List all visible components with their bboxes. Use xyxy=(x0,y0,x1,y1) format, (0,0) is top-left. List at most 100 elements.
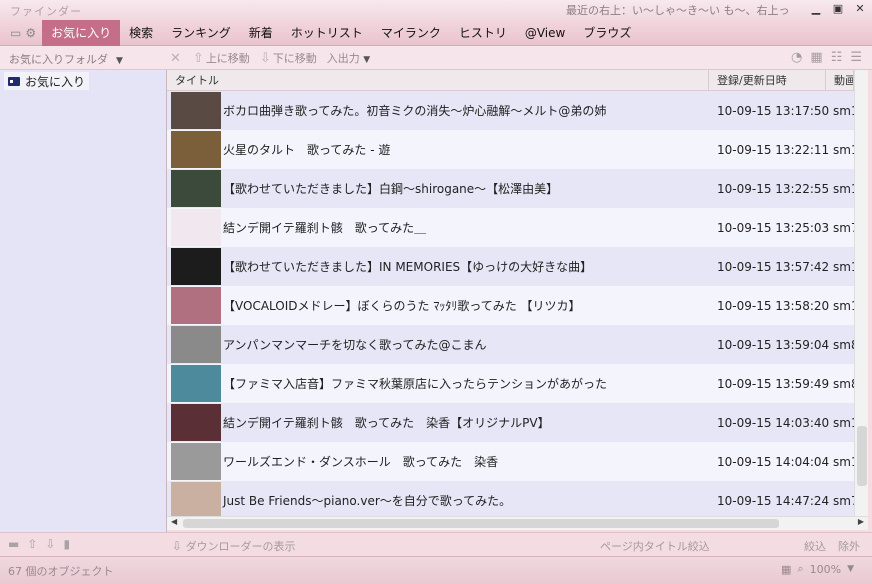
video-thumbnail[interactable] xyxy=(171,482,221,516)
row-title: アンパンマンマーチを切なく歌ってみた@こまん xyxy=(223,338,487,352)
bottom-bar: ▬ ⇧ ⇩ ▮ ⇩ ダウンローダーの表示 ページ内タイトル絞込 絞込 除外 xyxy=(0,532,872,556)
table-row[interactable]: 【歌わせていただきました】IN MEMORIES【ゆっけの大好きな曲】 10-09… xyxy=(167,247,854,286)
row-title: 結ンデ開イテ羅刹ト骸 歌ってみた 染香【オリジナルPV】 xyxy=(223,416,550,430)
list-view-icon[interactable]: ☰ xyxy=(850,50,862,65)
minimize-icon[interactable]: ▁ xyxy=(810,2,822,15)
folder-dropdown[interactable]: お気に入りフォルダ ▼ xyxy=(9,51,123,67)
exclude-button[interactable]: 除外 xyxy=(838,538,860,554)
arrow-down-icon: ⇩ xyxy=(259,51,271,66)
menu-items: お気に入り 検索 ランキング 新着 ホットリスト マイランク ヒストリ @View ブラウズ xyxy=(42,19,640,46)
row-video-id: sm1 xyxy=(833,142,854,157)
video-thumbnail[interactable] xyxy=(171,131,221,168)
filter-button[interactable]: 絞込 xyxy=(804,538,826,554)
zoom-level[interactable]: 100% xyxy=(810,563,841,576)
column-header-date[interactable]: 登録/更新日時 xyxy=(709,70,826,91)
io-dropdown[interactable]: 入出力 ▼ xyxy=(327,50,370,66)
row-video-id: sm1 xyxy=(833,181,854,196)
trash-icon[interactable]: ▮ xyxy=(63,537,70,551)
folder-dropdown-label: お気に入りフォルダ xyxy=(9,53,108,66)
scroll-right-icon[interactable]: ▶ xyxy=(858,517,864,526)
row-video-id: sm1 xyxy=(833,415,854,430)
video-list: タイトル 登録/更新日時 動画 ボカロ曲弾き歌ってみた。初音ミクの消失〜炉心融解… xyxy=(167,70,854,516)
table-row[interactable]: 【歌わせていただきました】白鋼～shirogane～【松澤由美】 10-09-15… xyxy=(167,169,854,208)
zoom-icon[interactable]: ⌕ xyxy=(797,562,803,576)
row-date: 10-09-15 14:04:04 xyxy=(717,454,830,469)
row-title: 結ンデ開イテ羅刹ト骸 歌ってみた＿ xyxy=(223,221,427,235)
table-row[interactable]: ボカロ曲弾き歌ってみた。初音ミクの消失〜炉心融解〜メルト@弟の姉 10-09-15… xyxy=(167,91,854,130)
maximize-icon[interactable]: ▣ xyxy=(832,2,844,15)
new-folder-icon[interactable]: ▬ xyxy=(8,537,19,551)
row-video-id: sm8 xyxy=(833,337,854,352)
move-up-label: 上に移動 xyxy=(205,52,250,65)
column-header-title[interactable]: タイトル xyxy=(167,70,709,91)
toolbar: お気に入りフォルダ ▼ ✕ ⇧ 上に移動 ⇩ 下に移動 入出力 ▼ ◔ ▦ ☷ ☰ xyxy=(0,46,872,70)
horizontal-scrollbar[interactable]: ◀ ▶ xyxy=(167,516,868,530)
delete-icon[interactable]: ✕ xyxy=(170,51,181,66)
folder-pane: お気に入り xyxy=(0,70,167,532)
row-video-id: sm1 xyxy=(833,454,854,469)
video-thumbnail[interactable] xyxy=(171,248,221,285)
object-count: 67 個のオブジェクト xyxy=(8,565,114,578)
detail-view-icon[interactable]: ☷ xyxy=(831,50,843,65)
move-down-button[interactable]: ⇩ 下に移動 xyxy=(260,50,317,66)
video-thumbnail[interactable] xyxy=(171,404,221,441)
column-header-video[interactable]: 動画 xyxy=(826,70,854,91)
chevron-down-icon[interactable]: ▼ xyxy=(847,564,854,574)
table-row[interactable]: 火星のタルト 歌ってみた - 遊 10-09-15 13:22:11sm1 xyxy=(167,130,854,169)
menu-item[interactable]: 検索 xyxy=(120,20,162,46)
row-date: 10-09-15 13:57:42 xyxy=(717,259,830,274)
chevron-down-icon: ▼ xyxy=(116,56,123,66)
menu-item[interactable]: ランキング xyxy=(162,20,240,46)
folder-up-icon[interactable]: ⇧ xyxy=(27,537,37,551)
layout-icon[interactable]: ▦ xyxy=(781,563,791,576)
video-thumbnail[interactable] xyxy=(171,326,221,363)
menu-item[interactable]: ブラウズ xyxy=(574,20,640,46)
folder-item-favorites[interactable]: お気に入り xyxy=(4,72,90,90)
menu-item[interactable]: ヒストリ xyxy=(450,20,516,46)
video-thumbnail[interactable] xyxy=(171,92,221,129)
table-row[interactable]: Just Be Friends〜piano.ver〜を自分で歌ってみた。 10-0… xyxy=(167,481,854,516)
window-icon[interactable]: ▭ xyxy=(10,26,21,40)
row-date: 10-09-15 13:17:50 xyxy=(717,103,830,118)
row-video-id: sm8 xyxy=(833,376,854,391)
vertical-scrollbar[interactable] xyxy=(854,70,868,516)
table-row[interactable]: 結ンデ開イテ羅刹ト骸 歌ってみた 染香【オリジナルPV】 10-09-15 14:… xyxy=(167,403,854,442)
row-date: 10-09-15 13:59:49 xyxy=(717,376,830,391)
video-thumbnail[interactable] xyxy=(171,443,221,480)
rss-icon[interactable]: ◔ xyxy=(791,50,802,65)
row-video-id: sm7 xyxy=(833,493,854,508)
row-date: 10-09-15 13:58:20 xyxy=(717,298,830,313)
menu-item[interactable]: @View xyxy=(516,20,574,46)
scroll-left-icon[interactable]: ◀ xyxy=(171,517,177,526)
row-title: 【VOCALOIDメドレー】ぼくらのうた ﾏｯﾀﾘ歌ってみた 【リツカ】 xyxy=(223,299,581,313)
row-video-id: sm7 xyxy=(833,220,854,235)
folder-icon xyxy=(8,76,20,86)
menu-item[interactable]: 新着 xyxy=(240,20,282,46)
video-thumbnail[interactable] xyxy=(171,365,221,402)
menu-item[interactable]: ホットリスト xyxy=(282,20,372,46)
menu-item[interactable]: お気に入り xyxy=(42,19,121,46)
row-title: 【ファミマ入店音】ファミマ秋葉原店に入ったらテンションがあがった xyxy=(223,377,608,391)
video-thumbnail[interactable] xyxy=(171,170,221,207)
folder-down-icon[interactable]: ⇩ xyxy=(45,537,55,551)
move-down-label: 下に移動 xyxy=(272,52,317,65)
video-thumbnail[interactable] xyxy=(171,209,221,246)
table-row[interactable]: アンパンマンマーチを切なく歌ってみた@こまん 10-09-15 13:59:04 s… xyxy=(167,325,854,364)
grid-view-icon[interactable]: ▦ xyxy=(810,50,822,65)
arrow-up-icon: ⇧ xyxy=(192,51,204,66)
table-row[interactable]: 結ンデ開イテ羅刹ト骸 歌ってみた＿ 10-09-15 13:25:03sm7 xyxy=(167,208,854,247)
row-date: 10-09-15 14:47:24 xyxy=(717,493,830,508)
table-row[interactable]: ワールズエンド・ダンスホール 歌ってみた 染香 10-09-15 14:04:04… xyxy=(167,442,854,481)
close-icon[interactable]: ✕ xyxy=(854,2,866,15)
row-title: Just Be Friends〜piano.ver〜を自分で歌ってみた。 xyxy=(223,494,512,508)
video-thumbnail[interactable] xyxy=(171,287,221,324)
scroll-thumb[interactable] xyxy=(857,426,867,486)
table-row[interactable]: 【VOCALOIDメドレー】ぼくらのうた ﾏｯﾀﾘ歌ってみた 【リツカ】 10-0… xyxy=(167,286,854,325)
scroll-thumb[interactable] xyxy=(183,519,779,528)
move-up-button[interactable]: ⇧ 上に移動 xyxy=(193,50,250,66)
page-title-filter-input[interactable]: ページ内タイトル絞込 xyxy=(600,538,710,554)
gear-icon[interactable]: ⚙ xyxy=(25,26,36,40)
menu-item[interactable]: マイランク xyxy=(372,20,450,46)
show-downloader-button[interactable]: ⇩ ダウンローダーの表示 xyxy=(172,538,296,554)
table-row[interactable]: 【ファミマ入店音】ファミマ秋葉原店に入ったらテンションがあがった 10-09-15… xyxy=(167,364,854,403)
